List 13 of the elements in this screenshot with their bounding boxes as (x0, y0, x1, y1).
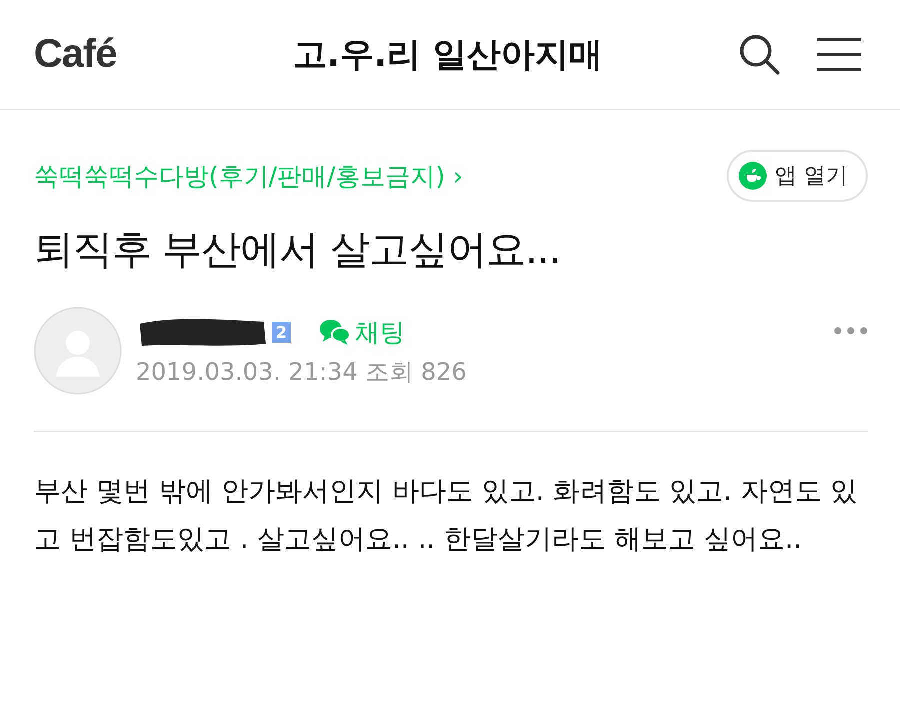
menu-icon[interactable] (816, 36, 862, 72)
post-meta: 2019.03.03. 21:34 조회 826 (136, 357, 468, 388)
post-body: 부산 몇번 밖에 안가봐서인지 바다도 있고. 화려함도 있고. 자연도 있고 번잡함도있고 . 살고싶어요.. .. 한달살기라도 해보고 싶어요.. (34, 475, 858, 557)
search-icon[interactable] (738, 32, 782, 76)
level-badge: 2 (272, 322, 292, 342)
more-icon[interactable] (834, 327, 868, 335)
open-app-button[interactable]: 앱 열기 (727, 150, 868, 202)
cup-icon (739, 162, 767, 190)
cafe-logo[interactable]: Café (34, 32, 117, 77)
avatar-icon (34, 307, 122, 395)
post-title: 퇴직후 부산에서 살고싶어요... (34, 226, 562, 275)
chat-bubble-icon (319, 318, 352, 346)
cafe-name: 고.우.리 일산아지매 (293, 34, 603, 76)
